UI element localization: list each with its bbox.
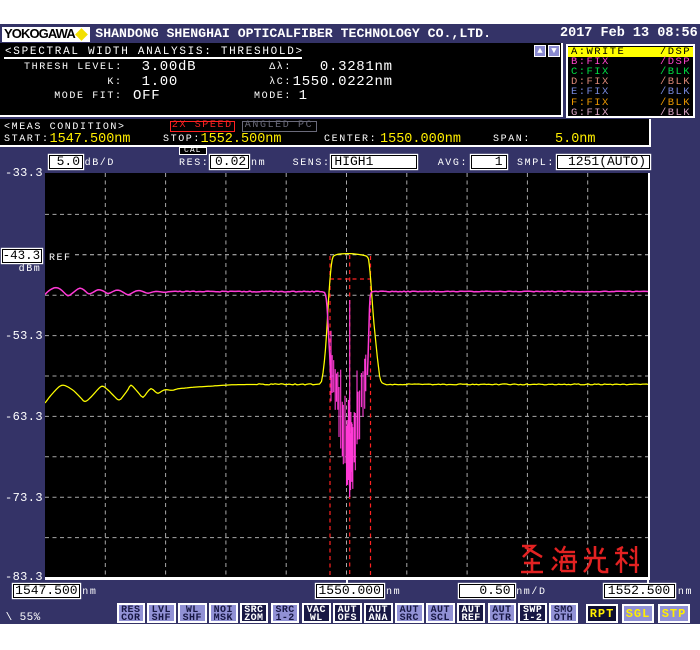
svg-text:REF: REF xyxy=(49,253,72,264)
